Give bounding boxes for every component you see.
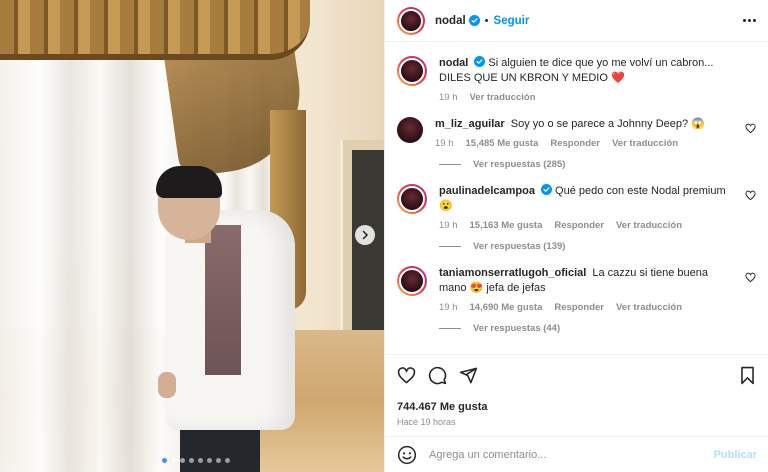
carousel-next-button[interactable] <box>355 225 375 245</box>
carousel-dot <box>216 458 221 463</box>
comment-time: 19 h <box>439 302 458 313</box>
carousel-dot <box>162 458 167 463</box>
emoji-icon[interactable] <box>397 445 417 465</box>
comment: m_liz_aguilar Soy yo o se parece a Johnn… <box>397 117 756 149</box>
comment-likes[interactable]: 14,690 Me gusta <box>470 302 543 313</box>
commenter-avatar[interactable] <box>397 184 427 214</box>
verified-badge-icon <box>540 184 552 195</box>
commenter-avatar[interactable] <box>397 266 427 296</box>
carousel-dot <box>207 458 212 463</box>
reply-button[interactable]: Responder <box>550 138 600 149</box>
comment-likes[interactable]: 15,485 Me gusta <box>466 138 539 149</box>
share-icon[interactable] <box>459 366 478 385</box>
add-comment-bar: Publicar <box>385 436 768 472</box>
verified-badge-icon <box>474 56 486 67</box>
view-replies-label: Ver respuestas (44) <box>473 323 561 334</box>
post-panel: nodal • Seguir nodal Si alguien te dice … <box>384 0 768 472</box>
carousel-dot <box>198 458 203 463</box>
carousel-dot <box>171 458 176 463</box>
caption-translate-link[interactable]: Ver traducción <box>470 92 536 103</box>
like-heart-icon[interactable] <box>397 366 416 385</box>
caption-text-line2: DILES QUE UN KBRON Y MEDIO <box>439 72 608 84</box>
comment-likes[interactable]: 15,163 Me gusta <box>470 220 543 231</box>
view-replies-button[interactable]: Ver respuestas (139) <box>439 241 756 252</box>
comments-list[interactable]: nodal Si alguien te dice que yo me volví… <box>385 42 768 352</box>
separator-dot: • <box>484 14 489 27</box>
translate-link[interactable]: Ver traducción <box>616 302 682 313</box>
bookmark-icon[interactable] <box>738 366 757 385</box>
comment-text: Soy yo o se parece a Johnny Deep? 😱 <box>510 118 705 130</box>
post-header: nodal • Seguir <box>385 0 768 42</box>
carousel-dot <box>180 458 185 463</box>
post-actions: 744.467 Me gusta Hace 19 horas <box>385 354 768 427</box>
comment-icon[interactable] <box>428 366 447 385</box>
view-replies-label: Ver respuestas (139) <box>473 241 566 252</box>
author-username[interactable]: nodal <box>435 15 466 27</box>
commenter-username[interactable]: paulinadelcampoa <box>439 185 535 197</box>
commenter-avatar[interactable] <box>397 117 423 143</box>
publish-button[interactable]: Publicar <box>714 449 757 461</box>
person-shirt <box>205 225 241 375</box>
comment: paulinadelcampoa Qué pedo con este Nodal… <box>397 184 756 231</box>
view-replies-label: Ver respuestas (285) <box>473 159 566 170</box>
curtain-valance <box>0 0 310 60</box>
caption-text-line1: Si alguien te dice que yo me volví un ca… <box>488 57 714 69</box>
translate-link[interactable]: Ver traducción <box>616 220 682 231</box>
heart-icon[interactable] <box>745 272 756 283</box>
caption: nodal Si alguien te dice que yo me volví… <box>397 56 756 103</box>
comment-time: 19 h <box>435 138 454 149</box>
comment-time: 19 h <box>439 220 458 231</box>
caption-emoji: ❤️ <box>610 72 625 84</box>
translate-link[interactable]: Ver traducción <box>612 138 678 149</box>
commenter-username[interactable]: taniamonserratlugoh_oficial <box>439 267 586 279</box>
verified-badge-icon <box>468 15 480 26</box>
comment: taniamonserratlugoh_oficial La cazzu si … <box>397 266 756 313</box>
likes-count[interactable]: 744.467 Me gusta <box>397 401 757 413</box>
carousel-dot <box>225 458 230 463</box>
heart-icon[interactable] <box>745 123 756 134</box>
post-photo[interactable] <box>0 0 384 472</box>
reply-button[interactable]: Responder <box>554 302 604 313</box>
commenter-username[interactable]: m_liz_aguilar <box>435 118 505 130</box>
caption-time: 19 h <box>439 92 458 103</box>
caption-username[interactable]: nodal <box>439 57 468 69</box>
caption-avatar[interactable] <box>397 56 427 86</box>
reply-button[interactable]: Responder <box>554 220 604 231</box>
chevron-right-icon <box>362 230 369 240</box>
person-hand <box>158 372 176 398</box>
carousel-dots <box>162 458 230 463</box>
person-hair <box>156 166 222 198</box>
view-replies-button[interactable]: Ver respuestas (44) <box>439 323 756 334</box>
comment-input[interactable] <box>429 448 714 461</box>
carousel-dot <box>189 458 194 463</box>
posted-time: Hace 19 horas <box>397 417 456 427</box>
more-options-icon[interactable] <box>743 19 756 22</box>
view-replies-button[interactable]: Ver respuestas (285) <box>439 159 756 170</box>
heart-icon[interactable] <box>745 190 756 201</box>
follow-button[interactable]: Seguir <box>494 15 530 27</box>
author-avatar[interactable] <box>397 6 425 35</box>
